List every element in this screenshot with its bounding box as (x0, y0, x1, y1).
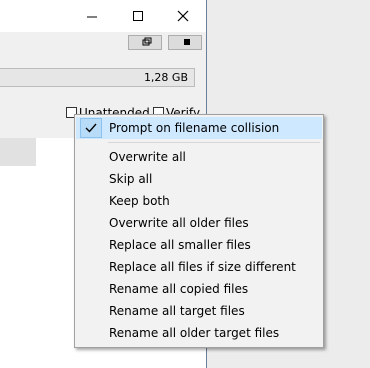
stop-button[interactable] (168, 35, 202, 50)
menu-item-label: Prompt on filename collision (109, 121, 280, 135)
menu-item-rename-copied[interactable]: Rename all copied files (76, 278, 322, 300)
menu-item-skip-all[interactable]: Skip all (76, 168, 322, 190)
menu-item-replace-size-different[interactable]: Replace all files if size different (76, 256, 322, 278)
menu-item-prompt[interactable]: Prompt on filename collision (76, 117, 322, 139)
menu-item-overwrite-all[interactable]: Overwrite all (76, 146, 322, 168)
menu-item-label: Rename all target files (109, 304, 245, 318)
list-header (0, 138, 36, 166)
menu-item-label: Replace all files if size different (109, 260, 296, 274)
maximize-icon (133, 11, 143, 21)
menu-item-label: Rename all older target files (109, 326, 280, 340)
minimize-icon (87, 16, 97, 18)
close-button[interactable] (160, 0, 206, 32)
menu-item-keep-both[interactable]: Keep both (76, 190, 322, 212)
menu-separator (108, 142, 320, 143)
menu-item-label: Keep both (109, 194, 170, 208)
restore-small-button[interactable] (128, 35, 162, 50)
menu-item-label: Rename all copied files (109, 282, 249, 296)
disk-size-text: 1,28 GB (143, 71, 188, 84)
menu-item-rename-target[interactable]: Rename all target files (76, 300, 322, 322)
menu-item-replace-smaller[interactable]: Replace all smaller files (76, 234, 322, 256)
menu-item-overwrite-older[interactable]: Overwrite all older files (76, 212, 322, 234)
checkmark-icon (80, 118, 102, 138)
menu-item-label: Skip all (109, 172, 153, 186)
menu-item-label: Overwrite all (109, 150, 186, 164)
maximize-button[interactable] (115, 0, 161, 32)
collision-menu: Prompt on filename collision Overwrite a… (74, 114, 324, 348)
menu-item-label: Overwrite all older files (109, 216, 249, 230)
menu-item-label: Replace all smaller files (109, 238, 251, 252)
restore-icon (142, 37, 152, 46)
title-bar (0, 0, 206, 32)
stop-icon (184, 39, 190, 45)
close-icon (177, 10, 189, 22)
disk-progress-bar: 1,28 GB (0, 68, 195, 87)
menu-item-rename-older-target[interactable]: Rename all older target files (76, 322, 322, 344)
minimize-button[interactable] (69, 0, 115, 32)
